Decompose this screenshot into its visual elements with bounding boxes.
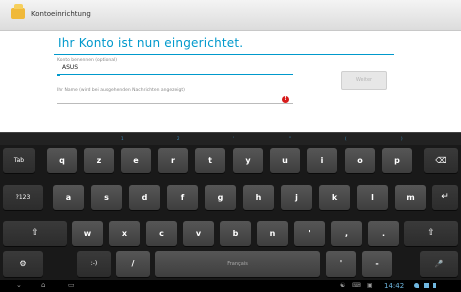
soft-keyboard: 1 2 ' " ( ) Tab q z e r t y u i o p ⌫ ?1… bbox=[0, 132, 461, 281]
key-a[interactable]: a bbox=[53, 185, 84, 210]
error-icon: ! bbox=[282, 96, 289, 103]
key-t[interactable]: t bbox=[195, 148, 225, 173]
hint-apostrophe: ' bbox=[233, 136, 235, 141]
key-tab[interactable]: Tab bbox=[3, 148, 35, 173]
key-z[interactable]: z bbox=[84, 148, 114, 173]
account-name-label: Konto benennen (optional) bbox=[57, 58, 118, 63]
key-backspace[interactable]: ⌫ bbox=[424, 148, 458, 173]
key-o[interactable]: o bbox=[345, 148, 375, 173]
email-app-icon[interactable] bbox=[11, 4, 25, 19]
key-m[interactable]: m bbox=[395, 185, 426, 210]
key-y[interactable]: y bbox=[233, 148, 263, 173]
key-w[interactable]: w bbox=[72, 221, 103, 246]
key-settings[interactable]: ⚙ bbox=[3, 251, 43, 277]
battery-icon bbox=[433, 283, 436, 288]
key-comma[interactable]: , bbox=[331, 221, 362, 246]
title-divider bbox=[54, 54, 394, 55]
hint-paren-open: ( bbox=[345, 136, 347, 141]
key-x[interactable]: x bbox=[109, 221, 140, 246]
key-v[interactable]: v bbox=[183, 221, 214, 246]
key-h[interactable]: h bbox=[243, 185, 274, 210]
screenshot-icon: ▣ bbox=[367, 282, 373, 289]
recent-apps-icon[interactable]: ▭ bbox=[68, 282, 75, 289]
page-title: Ihr Konto ist nun eingerichtet. bbox=[58, 36, 244, 50]
key-period[interactable]: . bbox=[368, 221, 399, 246]
account-name-input[interactable]: ASUS bbox=[57, 64, 293, 75]
key-k[interactable]: k bbox=[319, 185, 350, 210]
key-apostrophe-bottom[interactable]: ' bbox=[326, 251, 356, 277]
wifi-icon bbox=[414, 283, 419, 288]
key-space[interactable]: Français bbox=[155, 251, 320, 277]
keyboard-hint-bar: 1 2 ' " ( ) bbox=[0, 133, 461, 145]
system-bar: ⌄ ⌂ ▭ ☯ ⌨ ▣ 14:42 bbox=[0, 280, 461, 292]
key-j[interactable]: j bbox=[281, 185, 312, 210]
key-d[interactable]: d bbox=[129, 185, 160, 210]
hint-1: 1 bbox=[121, 136, 124, 141]
text-cursor-handle[interactable] bbox=[57, 74, 60, 76]
next-button[interactable]: Weiter bbox=[341, 71, 387, 90]
key-p[interactable]: p bbox=[382, 148, 412, 173]
key-l[interactable]: l bbox=[357, 185, 388, 210]
key-enter[interactable]: ↵ bbox=[432, 185, 458, 210]
hint-quote: " bbox=[289, 136, 291, 141]
hint-2: 2 bbox=[177, 136, 180, 141]
action-bar: Kontoeinrichtung bbox=[0, 0, 461, 31]
key-s[interactable]: s bbox=[91, 185, 122, 210]
key-slash[interactable]: / bbox=[116, 251, 150, 277]
key-apostrophe[interactable]: ' bbox=[294, 221, 325, 246]
key-n[interactable]: n bbox=[257, 221, 288, 246]
account-name-value: ASUS bbox=[62, 64, 79, 71]
key-i[interactable]: i bbox=[307, 148, 337, 173]
key-shift-right[interactable]: ⇧ bbox=[404, 221, 458, 246]
your-name-input[interactable] bbox=[57, 95, 293, 104]
usb-icon: ☯ bbox=[340, 282, 346, 289]
action-bar-title: Kontoeinrichtung bbox=[31, 10, 91, 18]
your-name-label: Ihr Name (wird bei ausgehenden Nachricht… bbox=[57, 88, 185, 93]
key-q[interactable]: q bbox=[47, 148, 77, 173]
hint-paren-close: ) bbox=[401, 136, 403, 141]
home-icon[interactable]: ⌂ bbox=[41, 282, 45, 289]
key-symbols[interactable]: ?123 bbox=[3, 185, 43, 210]
key-microphone[interactable]: 🎤 bbox=[420, 251, 458, 277]
clock[interactable]: 14:42 bbox=[384, 282, 404, 290]
key-b[interactable]: b bbox=[220, 221, 251, 246]
key-f[interactable]: f bbox=[167, 185, 198, 210]
hide-keyboard-icon[interactable]: ⌄ bbox=[16, 282, 22, 289]
key-g[interactable]: g bbox=[205, 185, 236, 210]
key-smiley[interactable]: :-) bbox=[77, 251, 111, 277]
signal-icon bbox=[424, 283, 429, 288]
keyboard-icon: ⌨ bbox=[352, 282, 361, 289]
key-e[interactable]: e bbox=[121, 148, 151, 173]
key-shift-left[interactable]: ⇧ bbox=[3, 221, 67, 246]
key-dash[interactable]: - bbox=[362, 251, 392, 277]
key-u[interactable]: u bbox=[270, 148, 300, 173]
key-r[interactable]: r bbox=[158, 148, 188, 173]
key-c[interactable]: c bbox=[146, 221, 177, 246]
